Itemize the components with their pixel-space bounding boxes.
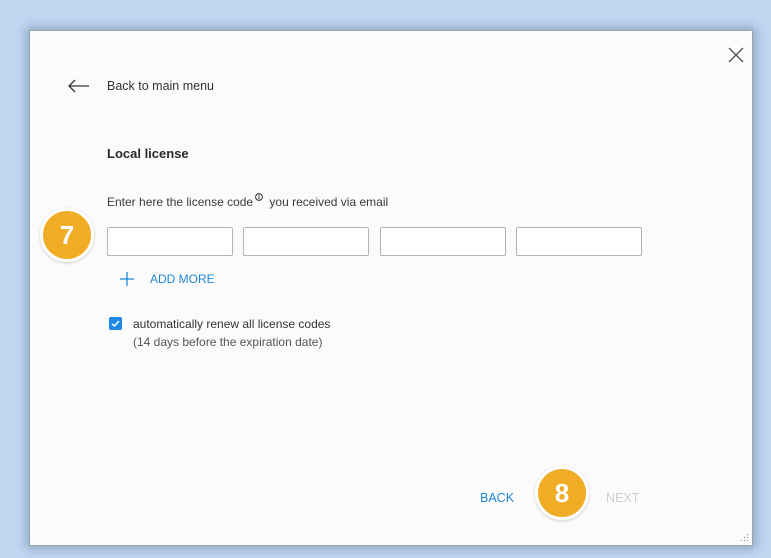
add-more-button[interactable]: ADD MORE	[119, 271, 215, 287]
auto-renew-label: automatically renew all license codes	[133, 317, 331, 331]
info-icon[interactable]	[255, 193, 263, 201]
back-button[interactable]: BACK	[480, 491, 514, 505]
prompt-text-start: Enter here the license code	[107, 195, 254, 209]
arrow-left-icon	[68, 79, 89, 93]
add-more-label: ADD MORE	[150, 272, 215, 286]
license-code-prompt: Enter here the license code you received…	[107, 193, 388, 209]
resize-grip-icon[interactable]	[739, 532, 749, 542]
license-dialog: Back to main menu Local license Enter he…	[29, 30, 753, 546]
step-marker-8: 8	[535, 466, 589, 520]
next-button[interactable]: NEXT	[606, 491, 639, 505]
auto-renew-checkbox[interactable]	[109, 317, 122, 330]
section-title: Local license	[107, 146, 189, 161]
plus-icon	[120, 272, 134, 286]
checkmark-icon	[111, 320, 120, 328]
step-marker-7: 7	[40, 208, 94, 262]
back-to-main-menu-link[interactable]: Back to main menu	[67, 75, 214, 97]
close-button[interactable]	[725, 44, 747, 66]
prompt-text-end: you received via email	[266, 195, 389, 209]
close-icon	[728, 47, 744, 63]
license-code-input-3[interactable]	[380, 227, 506, 256]
auto-renew-note: (14 days before the expiration date)	[133, 335, 323, 349]
back-to-main-menu-label: Back to main menu	[107, 79, 214, 93]
license-code-input-4[interactable]	[516, 227, 642, 256]
license-code-input-2[interactable]	[243, 227, 369, 256]
license-code-input-1[interactable]	[107, 227, 233, 256]
